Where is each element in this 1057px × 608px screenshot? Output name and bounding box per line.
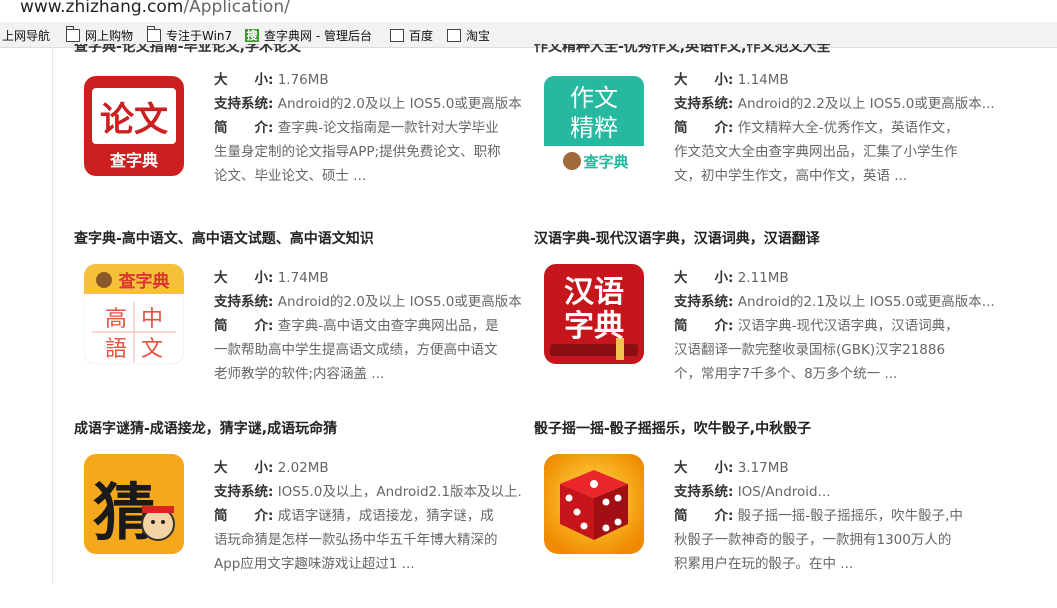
url-text[interactable]: www.zhizhang.com/Application/ — [20, 0, 290, 17]
svg-text:字典: 字典 — [564, 309, 624, 344]
svg-text:文: 文 — [141, 337, 163, 362]
svg-text:查字典: 查字典 — [583, 153, 628, 171]
url-path: /Application/ — [183, 0, 290, 17]
app-system: IOS/Android... — [737, 484, 831, 500]
gaozhong-yuwen-app-icon[interactable]: 查字典 高 中 語 文 — [83, 263, 185, 365]
lunwen-app-icon[interactable]: 论文 查字典 — [84, 76, 184, 176]
app-title[interactable]: 查字典-高中语文、高中语文试题、高中语文知识 — [74, 228, 374, 248]
app-size: 2.02MB — [277, 460, 329, 476]
svg-text:查字典: 查字典 — [118, 271, 170, 292]
app-size: 2.11MB — [737, 270, 789, 286]
app-size: 1.76MB — [277, 72, 329, 88]
svg-text:作文: 作文 — [570, 84, 618, 112]
hanyu-zidian-app-icon[interactable]: 汉语 字典 — [544, 264, 644, 364]
app-size: 1.74MB — [277, 270, 329, 286]
chengyu-cai-app-icon[interactable]: 猜 — [84, 454, 184, 554]
svg-text:語: 語 — [105, 337, 127, 362]
app-card: 论文 查字典 大 小: 1.76MB 支持系统: Android的2.0及以上 … — [74, 40, 544, 230]
svg-text:论文: 论文 — [100, 100, 168, 140]
svg-text:中: 中 — [141, 307, 163, 332]
app-card: 查字典-高中语文、高中语文试题、高中语文知识 查字典 高 中 語 文 大 小: … — [74, 228, 544, 418]
app-card: 成语字谜猜-成语接龙，猜字谜,成语玩命猜 猜 大 小: 2.02MB 支持系统:… — [74, 418, 544, 608]
svg-text:高: 高 — [105, 307, 127, 332]
app-card: 骰子摇一摇-骰子摇摇乐，吹牛骰子,中秋骰子 大 小: 3.17MB 支持系统: … — [534, 418, 1004, 608]
app-system: Android的2.2及以上 IOS5.0或更高版本... — [737, 96, 995, 112]
svg-text:汉语: 汉语 — [564, 275, 624, 310]
svg-text:查字典: 查字典 — [110, 151, 158, 170]
app-system: IOS5.0及以上，Android2.1版本及以上. — [277, 484, 522, 500]
address-bar[interactable]: www.zhizhang.com/Application/ — [0, 0, 1057, 22]
app-size: 1.14MB — [737, 72, 789, 88]
app-system: Android的2.0及以上 IOS5.0或更高版本 — [277, 96, 522, 112]
bookmark-label: 上网导航 — [2, 28, 51, 43]
zuowen-app-icon[interactable]: 作文 精粹 查字典 — [544, 76, 644, 176]
svg-text:精粹: 精粹 — [570, 114, 618, 142]
app-title[interactable]: 骰子摇一摇-骰子摇摇乐，吹牛骰子,中秋骰子 — [534, 418, 811, 438]
app-title[interactable]: 汉语字典-现代汉语字典，汉语词典，汉语翻译 — [534, 228, 820, 248]
bookmark-shangwang[interactable]: 上网导航 — [2, 26, 50, 44]
app-title[interactable]: 成语字谜猜-成语接龙，猜字谜,成语玩命猜 — [74, 418, 337, 438]
app-card: 作文 精粹 查字典 大 小: 1.14MB 支持系统: Android的2.2及… — [534, 40, 1004, 230]
app-size: 3.17MB — [737, 460, 789, 476]
app-system: Android的2.0及以上 IOS5.0或更高版本 — [277, 294, 522, 310]
dice-app-icon[interactable] — [544, 454, 644, 554]
app-system: Android的2.1及以上 IOS5.0或更高版本... — [737, 294, 995, 310]
app-card: 汉语字典-现代汉语字典，汉语词典，汉语翻译 汉语 字典 大 小: 2.11MB … — [534, 228, 1004, 418]
url-host: www.zhizhang.com — [20, 0, 184, 17]
app-list: 查字典-论文指南-毕业论文,学术论文 作文精粹大全-优秀作文,英语作文,作文范文… — [52, 44, 1057, 584]
